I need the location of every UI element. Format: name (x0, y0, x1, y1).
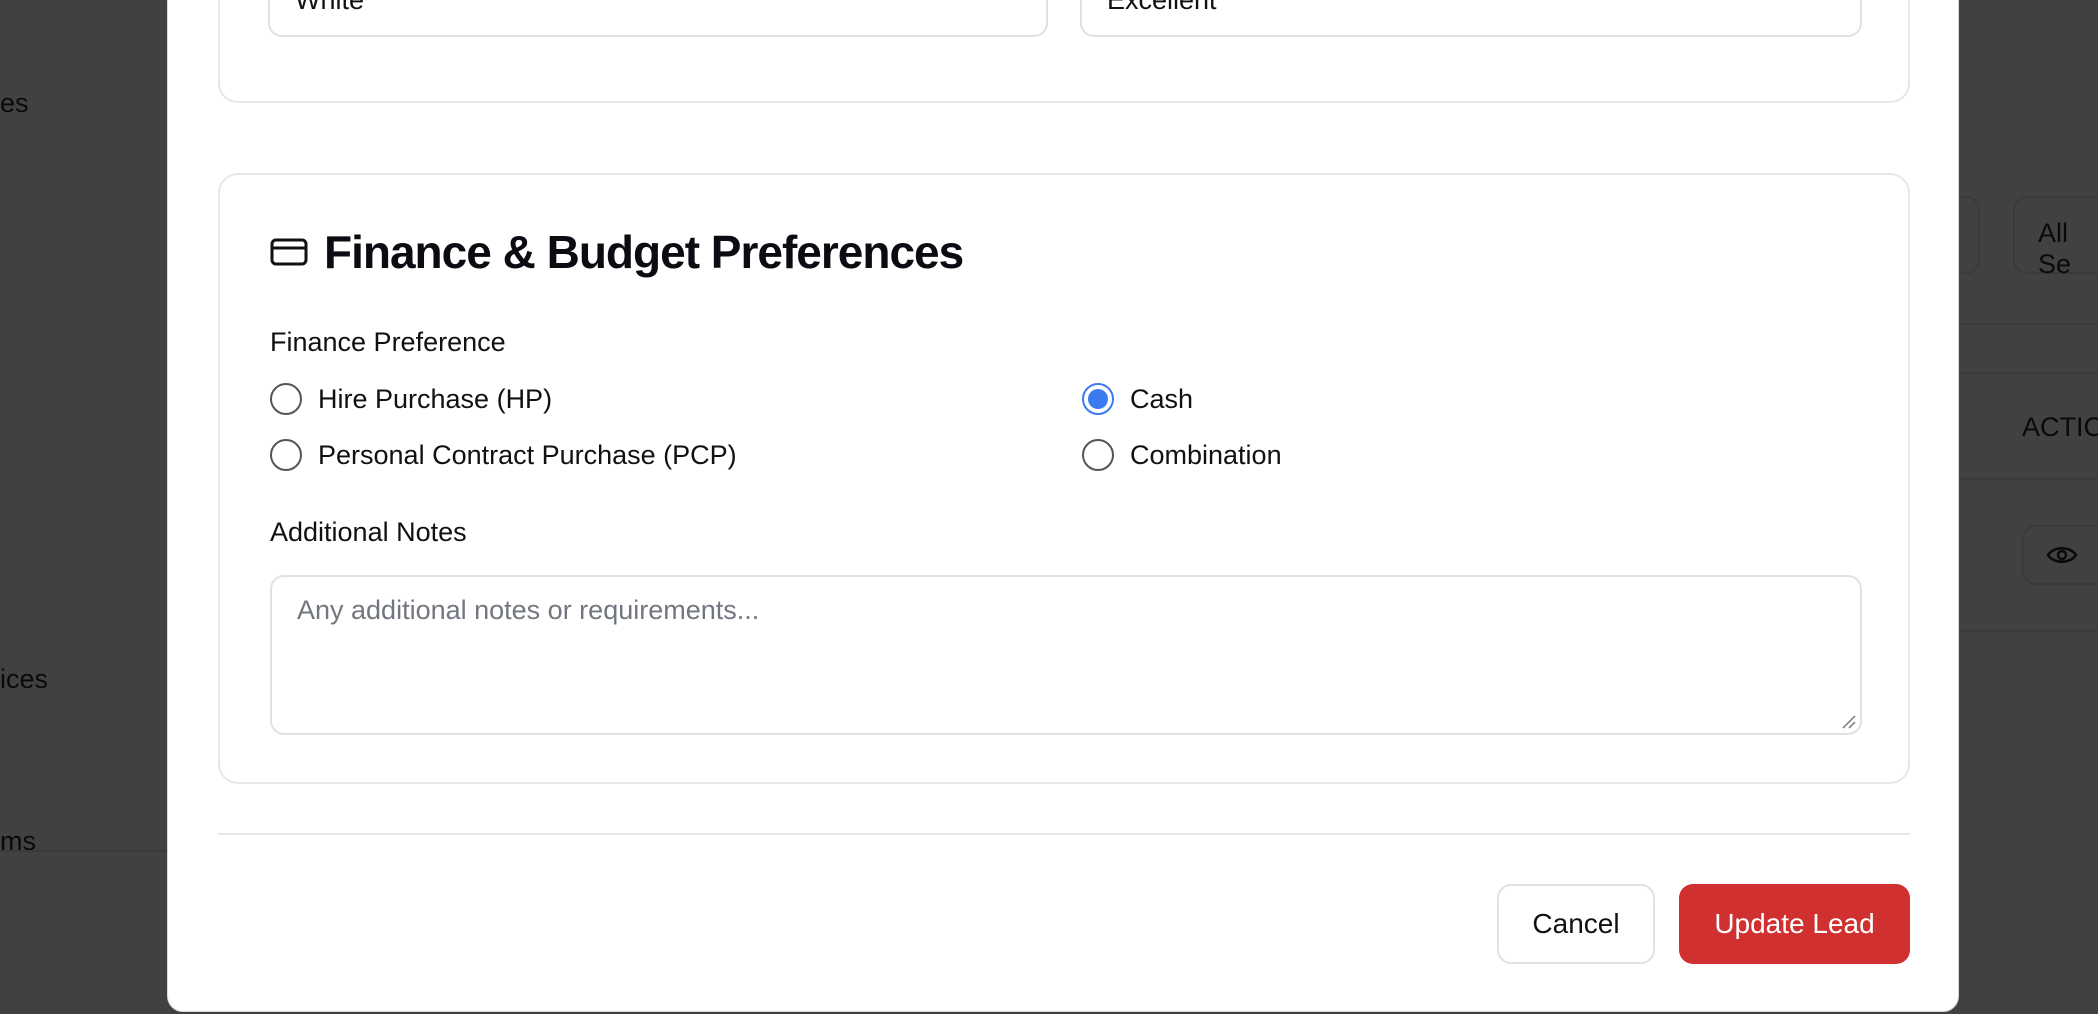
sidebar-item-fragment: ices (0, 664, 49, 694)
table-divider (1959, 630, 2098, 632)
sidebar-item-fragment: ms (0, 826, 36, 856)
radio-button[interactable] (270, 439, 302, 471)
footer-divider (218, 833, 1910, 835)
radio-label: Personal Contract Purchase (PCP) (318, 439, 737, 470)
radio-button-checked[interactable] (1082, 383, 1114, 415)
table-divider (1959, 323, 2098, 325)
vehicle-details-card: White Excellent (218, 0, 1910, 103)
finance-preference-label: Finance Preference (270, 327, 506, 357)
cancel-button[interactable]: Cancel (1497, 884, 1655, 964)
condition-input[interactable]: Excellent (1080, 0, 1862, 37)
condition-value: Excellent (1107, 0, 1217, 16)
colour-input[interactable]: White (268, 0, 1048, 37)
radio-dot (1088, 389, 1108, 409)
radio-label: Hire Purchase (HP) (318, 383, 553, 414)
finance-preferences-card: Finance & Budget Preferences Finance Pre… (218, 173, 1910, 784)
credit-card-icon (270, 238, 308, 266)
edit-lead-modal: White Excellent Finance & Budget Prefere… (167, 0, 1959, 1012)
additional-notes-textarea[interactable]: Any additional notes or requirements... (270, 575, 1862, 735)
radio-label: Combination (1130, 439, 1282, 470)
view-row-button[interactable] (2022, 525, 2098, 585)
radio-option-hp[interactable]: Hire Purchase (HP) (270, 383, 552, 415)
radio-option-cash[interactable]: Cash (1082, 383, 1193, 415)
colour-value: White (295, 0, 364, 16)
table-divider (1959, 478, 2098, 480)
eye-icon (2046, 547, 2078, 563)
filter-select-label: All Se (2038, 218, 2072, 279)
section-title: Finance & Budget Preferences (324, 226, 964, 278)
radio-option-pcp[interactable]: Personal Contract Purchase (PCP) (270, 439, 737, 471)
sidebar-item-fragment: es (0, 88, 29, 118)
section-heading: Finance & Budget Preferences (270, 225, 964, 279)
radio-button[interactable] (270, 383, 302, 415)
notes-placeholder: Any additional notes or requirements... (297, 595, 760, 625)
radio-option-combination[interactable]: Combination (1082, 439, 1282, 471)
resize-handle-icon[interactable] (1840, 713, 1856, 729)
additional-notes-label: Additional Notes (270, 517, 467, 547)
radio-button[interactable] (1082, 439, 1114, 471)
sidebar-divider (0, 850, 167, 852)
actions-column-header: ACTIC (2022, 412, 2098, 442)
table-divider (1959, 372, 2098, 374)
radio-label: Cash (1130, 383, 1194, 414)
update-lead-button[interactable]: Update Lead (1679, 884, 1910, 964)
